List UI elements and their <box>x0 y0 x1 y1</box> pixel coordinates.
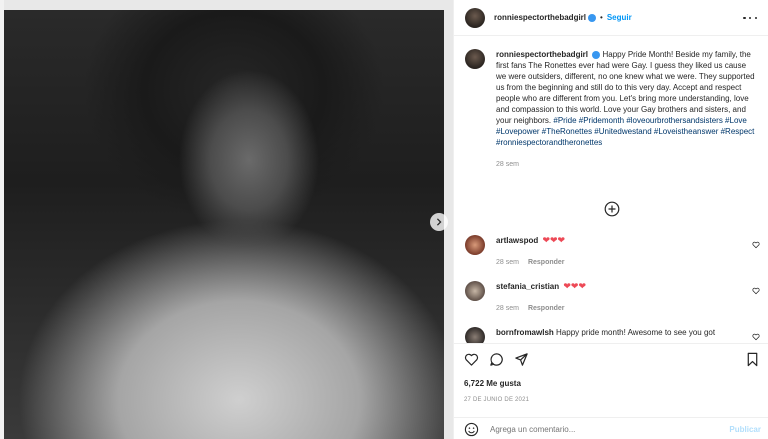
caption-text: ronniespectorthebadgirl Happy Pride Mont… <box>496 49 758 170</box>
post-side-panel: ronniespectorthebadgirl • Seguir ronnies… <box>453 0 768 439</box>
share-icon[interactable] <box>514 352 529 367</box>
heart-icon[interactable] <box>464 352 479 367</box>
post-viewer: ronniespectorthebadgirl • Seguir ronnies… <box>0 0 768 439</box>
comment-text: ❤❤❤ <box>542 235 566 245</box>
comment-item: stefania_cristian ❤❤❤ 28 sem Responder <box>465 281 760 314</box>
separator-dot: • <box>600 13 603 22</box>
verified-badge-icon <box>588 13 597 22</box>
caption-username[interactable]: ronniespectorthebadgirl <box>496 50 588 59</box>
post-caption: ronniespectorthebadgirl Happy Pride Mont… <box>465 49 758 170</box>
post-date: 27 DE JUNIO DE 2021 <box>464 397 530 403</box>
avatar[interactable] <box>465 327 485 343</box>
comment-text: ❤❤❤ <box>563 281 586 291</box>
comment-username[interactable]: stefania_cristian <box>496 282 559 291</box>
like-comment-heart-icon[interactable] <box>752 333 760 341</box>
caption-body: Happy Pride Month! Beside my family, the… <box>496 50 755 125</box>
verified-badge-icon <box>592 50 601 59</box>
publish-button[interactable]: Publicar <box>729 425 761 434</box>
comment-icon[interactable] <box>489 352 504 367</box>
caption-time: 28 sem <box>496 161 519 168</box>
like-comment-heart-icon[interactable] <box>752 241 760 249</box>
like-comment-heart-icon[interactable] <box>752 287 760 295</box>
avatar[interactable] <box>465 281 485 301</box>
emoji-icon[interactable] <box>464 422 479 437</box>
bookmark-icon[interactable] <box>745 352 760 367</box>
comments-section: ronniespectorthebadgirl Happy Pride Mont… <box>454 36 768 343</box>
photo-border-top <box>0 0 453 10</box>
reply-button[interactable]: Responder <box>528 305 565 312</box>
header-username[interactable]: ronniespectorthebadgirl <box>494 13 586 22</box>
more-options-icon[interactable] <box>743 11 757 25</box>
likes-count[interactable]: 6,722 Me gusta <box>464 379 521 388</box>
next-arrow-icon[interactable] <box>430 213 448 231</box>
avatar[interactable] <box>465 7 485 28</box>
avatar[interactable] <box>465 49 485 69</box>
follow-button[interactable]: Seguir <box>607 13 632 22</box>
comment-text: Happy pride month! Awesome to see you go… <box>556 328 716 337</box>
add-comment-bar: Publicar <box>454 417 768 439</box>
portrait-image <box>4 10 444 439</box>
post-header: ronniespectorthebadgirl • Seguir <box>454 0 768 36</box>
add-circle-icon[interactable] <box>604 201 620 217</box>
comment-time: 28 sem <box>496 259 519 266</box>
post-photo[interactable] <box>0 0 453 439</box>
avatar[interactable] <box>465 235 485 255</box>
reply-button[interactable]: Responder <box>528 259 565 266</box>
comment-input[interactable] <box>490 424 710 434</box>
comment-item: artlawspod ❤❤❤ 28 sem Responder <box>465 235 760 268</box>
post-actions: 6,722 Me gusta 27 DE JUNIO DE 2021 Publi… <box>454 343 768 439</box>
comment-username[interactable]: artlawspod <box>496 236 538 245</box>
comment-time: 28 sem <box>496 305 519 312</box>
comment-item: bornfromawlsh Happy pride month! Awesome… <box>465 327 760 343</box>
comment-username[interactable]: bornfromawlsh <box>496 328 554 337</box>
